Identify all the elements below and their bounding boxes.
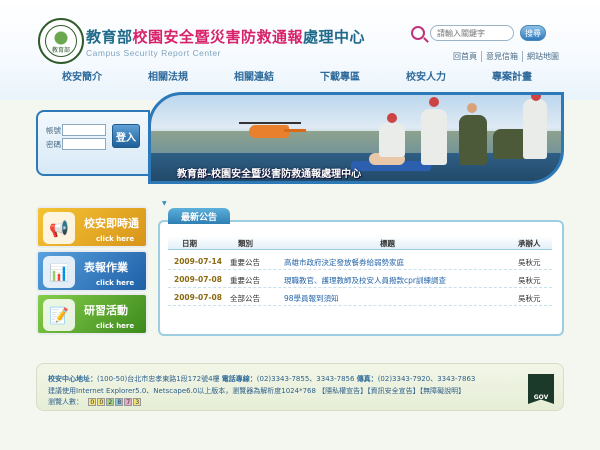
helicopter-icon (249, 125, 289, 138)
report-forms-button[interactable]: 📊 表報作業 click here (36, 250, 148, 292)
site-title-suffix: 處理中心 (303, 28, 366, 46)
col-header-date: 日期 (182, 239, 197, 248)
rescuer-helmet-icon (387, 113, 397, 123)
site-subtitle: Campus Security Report Center (86, 48, 221, 58)
account-row: 帳號 (46, 124, 106, 136)
rescuer-figure (379, 123, 405, 157)
chart-icon: 📊 (43, 256, 75, 288)
nav-item-links[interactable]: 相關連結 (234, 68, 274, 83)
col-header-agent: 承辦人 (518, 239, 541, 248)
fax-label: 傳真： (356, 375, 378, 383)
counter-digit: 3 (133, 398, 142, 406)
site-title-highlight: 校園安全暨災害防救通報 (132, 28, 304, 46)
news-table-header: 日期 類別 標題 承辦人 (168, 236, 552, 250)
megaphone-icon: 📢 (43, 212, 75, 244)
site-title-prefix: 教育部 (86, 28, 133, 46)
report-forms-more: click here (96, 279, 135, 287)
moe-logo[interactable]: 教育部 (38, 18, 84, 64)
helicopter-tail-icon (284, 129, 306, 132)
news-date: 2009-07-14 (174, 257, 222, 266)
counter-digit: 7 (124, 398, 133, 406)
workshops-more: click here (96, 322, 135, 330)
news-category: 全部公告 (230, 294, 260, 303)
col-header-category: 類別 (238, 239, 253, 248)
address-label: 校安中心地址： (48, 375, 97, 383)
counter-digit: 2 (106, 398, 115, 406)
col-header-title: 標題 (380, 239, 395, 248)
gov-badge-icon[interactable]: GOV (528, 374, 554, 404)
search-input[interactable] (430, 25, 514, 41)
report-forms-title: 表報作業 (84, 261, 128, 274)
quick-report-title: 校安即時通 (84, 217, 139, 230)
soldier-head (467, 103, 477, 113)
tab-latest-news[interactable]: 最新公告 (168, 208, 230, 224)
news-category: 重要公告 (230, 276, 260, 285)
news-title-link[interactable]: 現職教官、護理教師及校安人員撥款cpr訓練調查 (284, 275, 446, 286)
news-date: 2009-07-08 (174, 293, 222, 302)
search-icon (411, 26, 425, 40)
rescuer-figure (421, 109, 447, 165)
hero-banner: 教育部-校園安全暨災害防救通報處理中心 (148, 92, 564, 184)
quick-report-button[interactable]: 📢 校安即時通 click here (36, 206, 148, 248)
news-category: 重要公告 (230, 258, 260, 267)
nav-item-about[interactable]: 校安簡介 (62, 68, 102, 83)
address-value: (100-50)台北市忠孝東路1段172號4樓 (97, 375, 220, 383)
counter-digit: 0 (97, 398, 106, 406)
footer-visitor-line: 瀏覽人數： 0 0 2 8 7 3 (48, 397, 142, 407)
password-label: 密碼 (46, 139, 61, 149)
logo-text: 教育部 (51, 47, 70, 54)
nav-item-downloads[interactable]: 下載專區 (320, 68, 360, 83)
nav-item-staff[interactable]: 校安人力 (406, 68, 446, 83)
helicopter-rotor-icon (239, 122, 301, 124)
news-agent: 吳秋元 (518, 276, 541, 285)
link-sitemap[interactable]: 網站地圖 (522, 50, 563, 62)
nav-item-projects[interactable]: 專案計畫 (492, 68, 532, 83)
link-feedback[interactable]: 意見信箱 (481, 50, 522, 62)
account-label: 帳號 (46, 125, 61, 135)
footer-browser-note: 建議使用Internet Explorer5.0、Netscape6.0以上版本… (48, 387, 466, 395)
search-bar: 搜尋 (411, 24, 563, 42)
site-title[interactable]: 教育部校園安全暨災害防救通報處理中心 (86, 26, 365, 47)
rescuer-figure (523, 99, 547, 159)
main-nav: 校安簡介 相關法規 相關連結 下載專區 校安人力 專案計畫 (62, 68, 532, 83)
phone-value: (02)3343-7855、3343-7856 (256, 375, 355, 383)
visitor-label: 瀏覽人數： (48, 398, 83, 406)
news-agent: 吳秋元 (518, 258, 541, 267)
table-row[interactable]: 2009-07-08 重要公告 現職教官、護理教師及校安人員撥款cpr訓練調查 … (168, 270, 552, 288)
table-row[interactable]: 2009-07-14 重要公告 高雄市政府決定發放餐券給弱勢家庭 吳秋元 (168, 252, 552, 270)
footer-contact-line: 校安中心地址：(100-50)台北市忠孝東路1段172號4樓 電話專線：(02)… (48, 374, 475, 384)
phone-label: 電話專線： (221, 375, 257, 383)
rescuer-helmet-icon (429, 97, 439, 107)
logo-emblem: 教育部 (45, 25, 77, 57)
banner-caption: 教育部-校園安全暨災害防救通報處理中心 (177, 169, 362, 180)
counter-digit: 0 (88, 398, 97, 406)
password-input[interactable] (62, 138, 106, 150)
counter-digit: 8 (115, 398, 124, 406)
search-button[interactable]: 搜尋 (520, 25, 546, 41)
login-button[interactable]: 登入 (112, 124, 140, 148)
nav-item-regulations[interactable]: 相關法規 (148, 68, 188, 83)
workshops-button[interactable]: 📝 研習活動 click here (36, 293, 148, 335)
news-agent: 吳秋元 (518, 294, 541, 303)
login-panel: 帳號 密碼 登入 (36, 110, 150, 176)
link-home[interactable]: 回首頁 (449, 51, 481, 62)
password-row: 密碼 (46, 138, 106, 150)
account-input[interactable] (62, 124, 106, 136)
utility-links: 回首頁 意見信箱 網站地圖 (411, 50, 563, 62)
visitor-counter: 0 0 2 8 7 3 (88, 398, 142, 406)
quick-report-more: click here (96, 235, 135, 243)
news-title-link[interactable]: 98學員報到須知 (284, 293, 339, 304)
workshops-title: 研習活動 (84, 304, 128, 317)
notebook-icon: 📝 (43, 299, 75, 331)
soldier-figure (459, 115, 487, 165)
news-date: 2009-07-08 (174, 275, 222, 284)
tab-arrow-icon: ▼ (162, 200, 167, 207)
news-title-link[interactable]: 高雄市政府決定發放餐券給弱勢家庭 (284, 257, 404, 268)
table-row[interactable]: 2009-07-08 全部公告 98學員報到須知 吳秋元 (168, 288, 552, 306)
fax-value: (02)3343-7920、3343-7863 (377, 375, 476, 383)
